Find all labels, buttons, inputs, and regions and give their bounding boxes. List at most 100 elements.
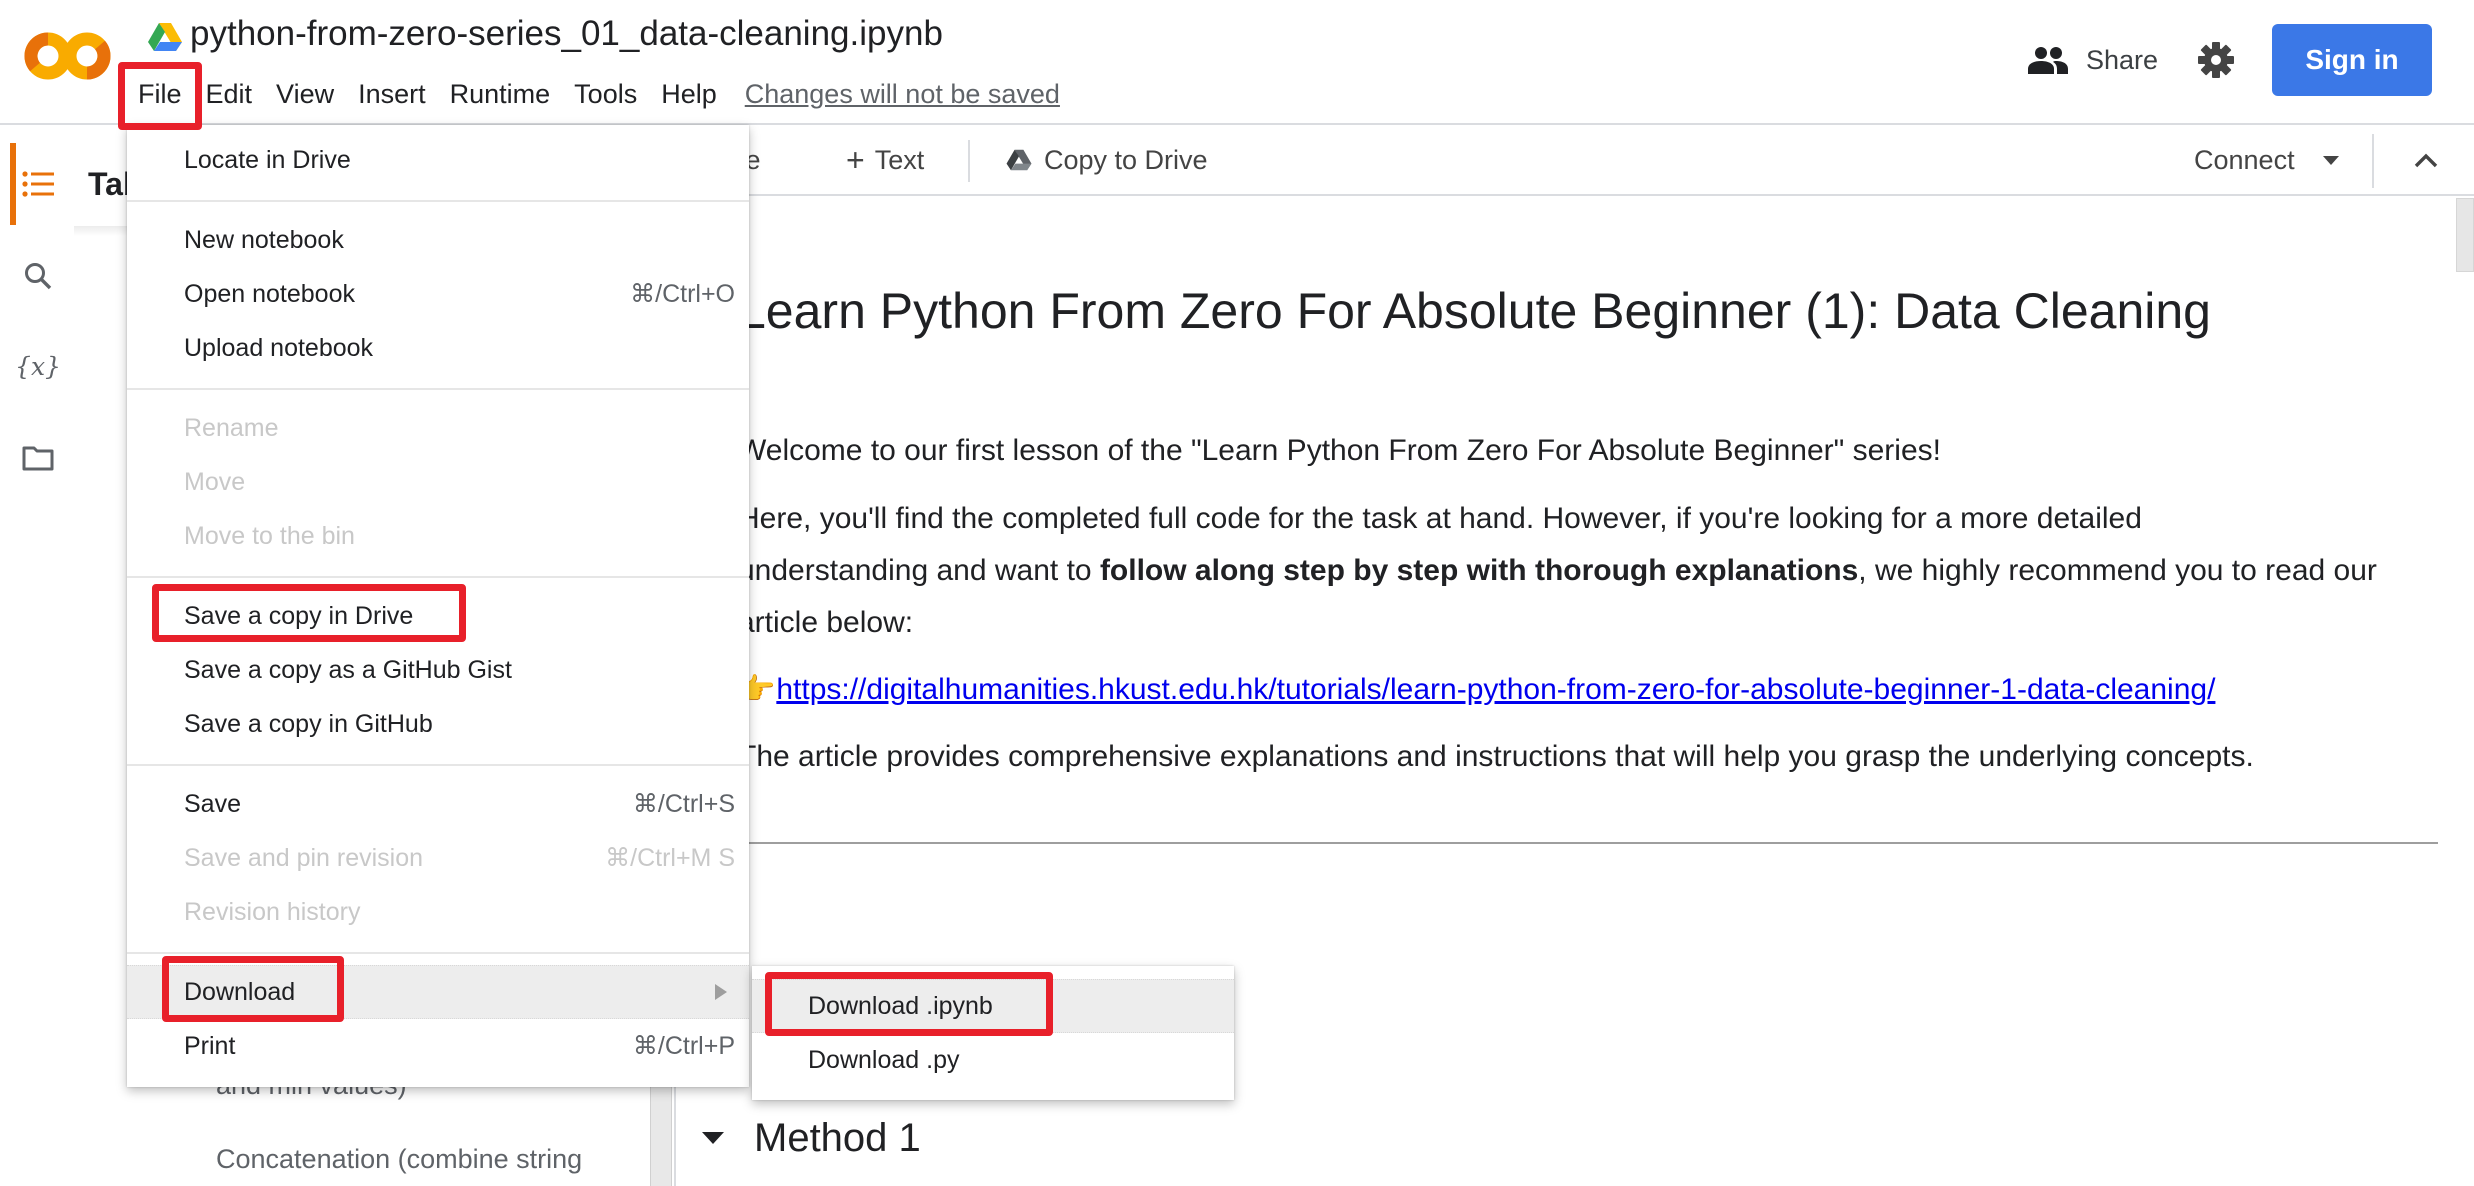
shortcut: ⌘/Ctrl+M S <box>605 844 735 872</box>
dropdown-arrow-icon[interactable] <box>2322 155 2339 165</box>
menu-help[interactable]: Help <box>649 79 729 110</box>
menu-item-label: Save <box>184 789 241 818</box>
section-heading: Method 1 <box>686 1108 921 1168</box>
copy-to-drive-button[interactable]: Copy to Drive <box>1006 126 1208 194</box>
active-indicator <box>10 143 16 225</box>
files-folder-icon[interactable] <box>20 440 56 476</box>
closing-paragraph: The article provides comprehensive expla… <box>738 740 2254 773</box>
menu-item-label: Download <box>184 977 296 1006</box>
menu-item-label: New notebook <box>184 225 344 254</box>
menu-item-move: Move <box>127 455 749 509</box>
variables-icon[interactable]: {x} <box>15 348 61 384</box>
menu-item-print[interactable]: Print ⌘/Ctrl+P <box>127 1019 749 1073</box>
colab-logo[interactable] <box>24 30 114 82</box>
intro-paragraph: Welcome to our first lesson of the "Lear… <box>738 434 1941 467</box>
menu-runtime[interactable]: Runtime <box>438 79 563 110</box>
bold-text: follow along step by step with thorough … <box>1099 554 1859 587</box>
menu-item-label: Save a copy in Drive <box>184 601 414 630</box>
file-menu: Locate in Drive New notebook Open notebo… <box>127 125 749 1087</box>
description-line-3: article below: <box>738 606 914 639</box>
share-label: Share <box>2086 44 2159 75</box>
text-segment: , we highly recommend you to read our <box>1858 554 2377 587</box>
menu-item-locate-in-drive[interactable]: Locate in Drive <box>127 133 749 187</box>
connect-label: Connect <box>2194 144 2295 175</box>
menu-divider <box>127 388 749 390</box>
text-segment: understanding and want to <box>738 554 1100 587</box>
menu-item-save-copy-github[interactable]: Save a copy in GitHub <box>127 697 749 751</box>
menu-item-label: Revision history <box>184 897 361 926</box>
menu-item-label: Move <box>184 467 246 496</box>
unsaved-changes-link[interactable]: Changes will not be saved <box>745 79 1060 110</box>
shortcut: ⌘/Ctrl+S <box>632 790 735 818</box>
menu-item-download[interactable]: Download <box>127 965 749 1019</box>
menu-edit[interactable]: Edit <box>194 79 265 110</box>
top-bar: python-from-zero-series_01_data-cleaning… <box>0 0 2474 125</box>
menu-divider <box>127 576 749 578</box>
add-text-label: Text <box>874 144 925 175</box>
menu-item-save-copy-drive[interactable]: Save a copy in Drive <box>127 589 749 643</box>
menu-item-label: Save a copy as a GitHub Gist <box>184 655 512 684</box>
main-scrollbar[interactable] <box>2456 198 2474 272</box>
shortcut: ⌘/Ctrl+P <box>632 1032 735 1060</box>
menu-view[interactable]: View <box>264 79 346 110</box>
collapse-section-icon[interactable] <box>702 1132 724 1144</box>
menu-item-save-pin-revision: Save and pin revision ⌘/Ctrl+M S <box>127 831 749 885</box>
menu-item-label: Move to the bin <box>184 521 355 550</box>
people-icon <box>2028 47 2068 74</box>
menu-item-label: Download .ipynb <box>808 991 993 1020</box>
google-drive-icon <box>148 23 182 51</box>
menu-item-label: Rename <box>184 413 279 442</box>
add-text-button[interactable]: + Text <box>846 126 924 194</box>
drive-icon <box>1006 149 1032 171</box>
left-icon-rail: {x} <box>0 126 74 1186</box>
menu-tools[interactable]: Tools <box>562 79 649 110</box>
menu-item-save[interactable]: Save ⌘/Ctrl+S <box>127 777 749 831</box>
article-link-line: 👉 https://digitalhumanities.hkust.edu.hk… <box>738 672 2215 707</box>
menu-divider <box>127 952 749 954</box>
menu-insert[interactable]: Insert <box>346 79 438 110</box>
settings-gear-icon[interactable] <box>2196 40 2236 80</box>
menu-item-rename: Rename <box>127 401 749 455</box>
menu-bar: File Edit View Insert Runtime Tools Help… <box>124 74 1060 114</box>
description-line-1: Here, you'll find the completed full cod… <box>738 502 2142 535</box>
menu-item-download-py[interactable]: Download .py <box>752 1033 1234 1087</box>
menu-item-label: Locate in Drive <box>184 145 351 174</box>
toolbar-divider <box>968 140 970 182</box>
menu-file[interactable]: File <box>124 79 194 110</box>
menu-item-move-to-bin: Move to the bin <box>127 509 749 563</box>
sign-in-button[interactable]: Sign in <box>2272 24 2432 96</box>
menu-item-revision-history: Revision history <box>127 885 749 939</box>
toc-item[interactable]: Concatenation (combine string <box>216 1144 582 1175</box>
menu-item-upload-notebook[interactable]: Upload notebook <box>127 321 749 375</box>
share-button[interactable]: Share <box>2028 40 2158 80</box>
connect-button[interactable]: Connect <box>2194 126 2339 194</box>
notebook-heading: Learn Python From Zero For Absolute Begi… <box>738 283 2211 339</box>
notebook-toolbar: Code + Text Copy to Drive Connect <box>676 126 2474 196</box>
horizontal-rule <box>738 842 2438 844</box>
article-link[interactable]: https://digitalhumanities.hkust.edu.hk/t… <box>776 673 2215 706</box>
copy-to-drive-label: Copy to Drive <box>1044 144 1208 175</box>
menu-item-label: Download .py <box>808 1045 960 1074</box>
menu-item-label: Upload notebook <box>184 333 374 362</box>
menu-item-label: Open notebook <box>184 279 355 308</box>
search-icon[interactable] <box>20 258 56 294</box>
menu-item-label: Print <box>184 1031 236 1060</box>
table-of-contents-icon[interactable] <box>20 166 56 202</box>
collapse-header-button[interactable] <box>2396 126 2456 194</box>
toolbar-divider <box>2372 134 2374 188</box>
description-line-2: understanding and want to follow along s… <box>738 554 2377 588</box>
submenu-arrow-icon <box>715 984 727 1000</box>
chevron-up-icon <box>2414 153 2438 168</box>
menu-item-label: Save and pin revision <box>184 843 424 872</box>
menu-item-save-copy-gist[interactable]: Save a copy as a GitHub Gist <box>127 643 749 697</box>
plus-icon: + <box>846 141 865 178</box>
menu-divider <box>127 200 749 202</box>
menu-item-download-ipynb[interactable]: Download .ipynb <box>752 979 1234 1033</box>
notebook-title[interactable]: python-from-zero-series_01_data-cleaning… <box>190 14 943 54</box>
menu-item-label: Save a copy in GitHub <box>184 709 433 738</box>
shortcut: ⌘/Ctrl+O <box>630 280 735 308</box>
menu-item-new-notebook[interactable]: New notebook <box>127 213 749 267</box>
menu-divider <box>127 764 749 766</box>
menu-item-open-notebook[interactable]: Open notebook ⌘/Ctrl+O <box>127 267 749 321</box>
section-title: Method 1 <box>754 1115 921 1160</box>
